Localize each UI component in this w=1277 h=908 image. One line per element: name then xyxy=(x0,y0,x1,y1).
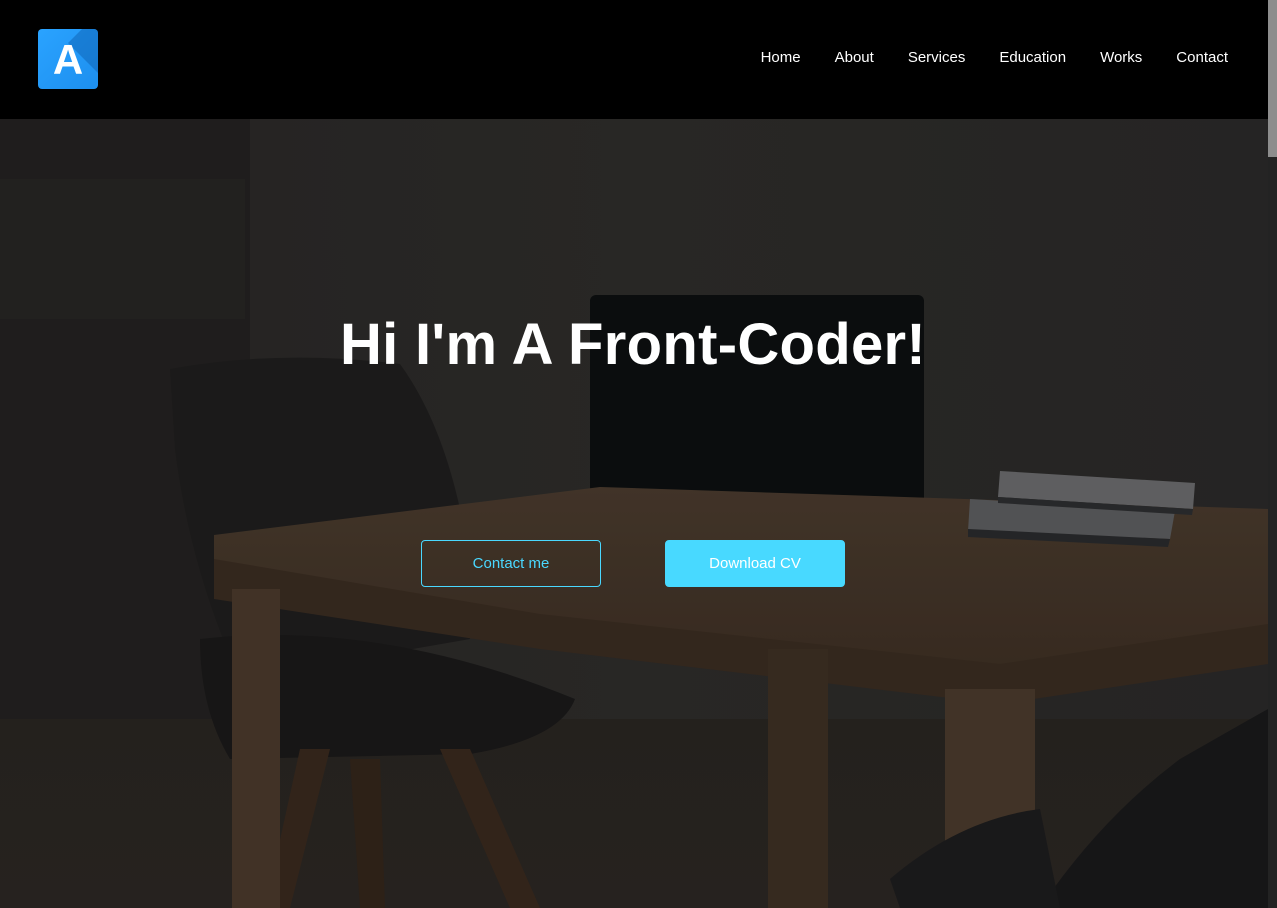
download-cv-button[interactable]: Download CV xyxy=(665,540,845,587)
main-nav: Home About Services Education Works Cont… xyxy=(727,47,1228,71)
nav-link-about[interactable]: About xyxy=(835,47,874,71)
nav-link-contact[interactable]: Contact xyxy=(1176,47,1228,71)
scrollbar-thumb[interactable] xyxy=(1268,0,1277,157)
contact-me-button[interactable]: Contact me xyxy=(421,540,601,587)
nav-link-services[interactable]: Services xyxy=(908,47,966,71)
nav-link-education[interactable]: Education xyxy=(999,47,1066,71)
site-header: A Home About Services Education Works Co… xyxy=(0,0,1268,119)
page-scrollbar[interactable] xyxy=(1268,0,1277,908)
logo-letter: A xyxy=(52,36,84,83)
hero-title: Hi I'm A Front-Coder! xyxy=(339,312,927,377)
logo-icon[interactable]: A xyxy=(38,29,98,89)
nav-link-works[interactable]: Works xyxy=(1100,47,1142,71)
hero-overlay xyxy=(0,119,1268,908)
nav-link-home[interactable]: Home xyxy=(761,47,801,71)
hero-section: Hi I'm A Front-Coder! Contact me Downloa… xyxy=(0,119,1268,908)
